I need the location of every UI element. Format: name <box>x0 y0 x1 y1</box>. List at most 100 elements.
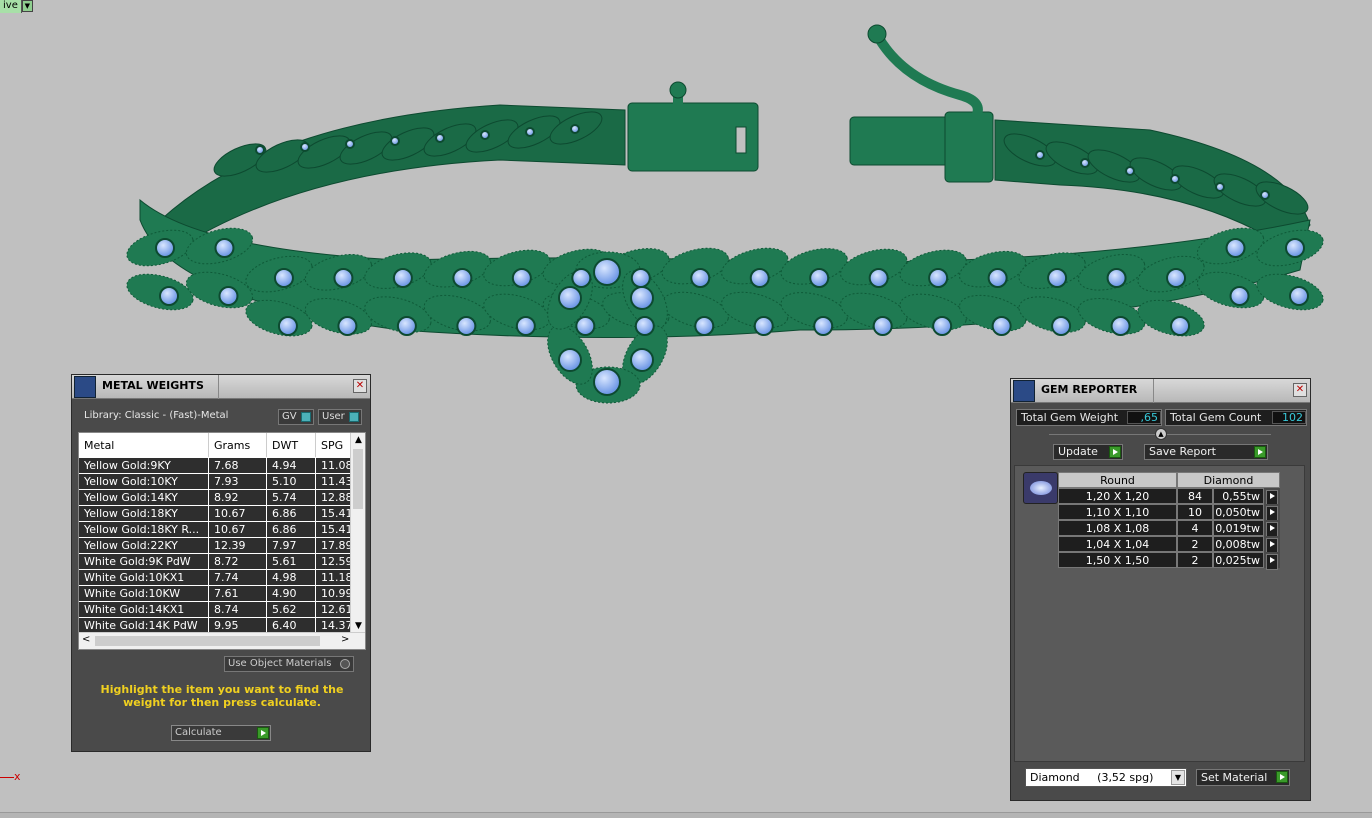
gem-stone <box>928 268 949 288</box>
table-row[interactable]: 1,10 X 1,10 10 0,050tw <box>1058 504 1280 522</box>
column-header[interactable]: SPG <box>316 433 351 457</box>
gem-stone <box>809 268 830 288</box>
gem-stone <box>435 133 445 143</box>
material-select[interactable]: Diamond (3,52 spg) ▼ <box>1025 768 1187 787</box>
close-icon[interactable]: ✕ <box>1293 383 1307 397</box>
calculate-button[interactable]: Calculate <box>171 725 271 741</box>
gem-reporter-titlebar[interactable]: GEM REPORTER ✕ <box>1011 379 1310 403</box>
table-row[interactable]: Yellow Gold:18KY R... 10.67 6.86 15.41 <box>79 522 351 538</box>
grams-cell: 10.67 <box>209 522 267 538</box>
play-arrow-icon[interactable] <box>1266 554 1278 570</box>
save-report-button[interactable]: Save Report <box>1144 444 1268 460</box>
scroll-up-icon[interactable]: ▲ <box>351 433 365 447</box>
metal-cell: White Gold:9K PdW <box>79 554 209 570</box>
spg-cell: 11.43 <box>316 474 351 490</box>
scroll-thumb[interactable] <box>95 636 320 646</box>
dwt-cell: 7.97 <box>267 538 316 554</box>
spg-cell: 11.08 <box>316 458 351 474</box>
round-gem-icon[interactable] <box>1023 472 1058 504</box>
gem-stone <box>694 316 715 336</box>
dwt-cell: 5.74 <box>267 490 316 506</box>
gem-stone <box>813 316 834 336</box>
table-row[interactable]: 1,04 X 1,04 2 0,008tw <box>1058 536 1280 554</box>
update-button[interactable]: Update <box>1053 444 1123 460</box>
grams-cell: 7.61 <box>209 586 267 602</box>
row-action[interactable] <box>1264 488 1280 506</box>
table-row[interactable]: Yellow Gold:10KY 7.93 5.10 11.43 <box>79 474 351 490</box>
table-row[interactable]: 1,20 X 1,20 84 0,55tw <box>1058 488 1280 506</box>
gem-stone <box>1047 268 1068 288</box>
scroll-thumb[interactable] <box>353 449 363 509</box>
scroll-down-icon[interactable]: ▼ <box>351 619 365 633</box>
gem-stone <box>753 316 774 336</box>
radio-icon[interactable] <box>340 659 350 669</box>
count-cell: 10 <box>1177 504 1213 520</box>
use-object-materials-checkbox[interactable]: Use Object Materials <box>224 656 354 672</box>
table-row[interactable]: White Gold:14KX1 8.74 5.62 12.61 <box>79 602 351 618</box>
vertical-scrollbar[interactable]: ▲ ▼ <box>350 433 365 633</box>
row-action[interactable] <box>1264 520 1280 538</box>
titlebar-divider <box>218 375 219 399</box>
save-report-label: Save Report <box>1149 445 1216 458</box>
collapse-icon[interactable]: ▲ <box>1155 428 1167 440</box>
horizontal-scrollbar[interactable]: < > <box>79 632 365 649</box>
table-row[interactable]: 1,50 X 1,50 2 0,025tw <box>1058 552 1280 570</box>
play-arrow-icon[interactable] <box>1109 446 1121 458</box>
metal-table[interactable]: Metal Grams DWT SPG Yellow Gold:9KY 7.68 4… <box>78 432 366 650</box>
metal-cell: Yellow Gold:9KY <box>79 458 209 474</box>
table-row[interactable]: 1,08 X 1,08 4 0,019tw <box>1058 520 1280 538</box>
toggle-user-switch[interactable] <box>349 412 359 422</box>
table-row[interactable]: White Gold:9K PdW 8.72 5.61 12.59 <box>79 554 351 570</box>
weight-cell: 0,55tw <box>1213 488 1264 504</box>
grams-cell: 10.67 <box>209 506 267 522</box>
column-header[interactable]: DWT <box>267 433 316 457</box>
gem-table-header: Round Diamond <box>1058 472 1280 488</box>
gem-stone <box>868 268 889 288</box>
gem-stone <box>634 316 655 336</box>
clasp-left <box>627 81 759 172</box>
gem-stone <box>991 316 1012 336</box>
dwt-cell: 5.62 <box>267 602 316 618</box>
table-row[interactable]: Yellow Gold:9KY 7.68 4.94 11.08 <box>79 458 351 474</box>
spg-cell: 10.99 <box>316 586 351 602</box>
size-cell: 1,04 X 1,04 <box>1058 536 1177 552</box>
gem-stone <box>872 316 893 336</box>
chevron-down-icon[interactable]: ▼ <box>1171 770 1185 785</box>
gem-stone <box>155 238 175 258</box>
set-material-button[interactable]: Set Material <box>1196 769 1290 786</box>
gem-stone <box>630 286 654 310</box>
gem-stone <box>1035 150 1045 160</box>
gem-stone <box>570 124 580 134</box>
gem-stone <box>1285 238 1305 258</box>
row-action[interactable] <box>1264 536 1280 554</box>
dwt-cell: 4.90 <box>267 586 316 602</box>
play-arrow-icon[interactable] <box>257 727 269 739</box>
table-row[interactable]: Yellow Gold:14KY 8.92 5.74 12.88 <box>79 490 351 506</box>
calculate-label: Calculate <box>175 727 222 738</box>
gem-stone <box>218 286 239 306</box>
table-row[interactable]: White Gold:10KW 7.61 4.90 10.99 <box>79 586 351 602</box>
table-row[interactable]: White Gold:10KX1 7.74 4.98 11.18 <box>79 570 351 586</box>
metal-weights-titlebar[interactable]: METAL WEIGHTS ✕ <box>72 375 370 399</box>
toggle-gv-switch[interactable] <box>301 412 311 422</box>
close-icon[interactable]: ✕ <box>353 379 367 393</box>
update-label: Update <box>1058 445 1098 458</box>
column-header[interactable]: Metal <box>79 433 209 457</box>
table-row[interactable]: Yellow Gold:22KY 12.39 7.97 17.89 <box>79 538 351 554</box>
grams-cell: 7.74 <box>209 570 267 586</box>
gem-stone <box>345 139 355 149</box>
dwt-cell: 5.10 <box>267 474 316 490</box>
gem-stone <box>396 316 417 336</box>
scroll-right-icon[interactable]: > <box>341 634 349 645</box>
row-action[interactable] <box>1264 552 1280 570</box>
toggle-user[interactable]: User <box>318 409 362 425</box>
scroll-left-icon[interactable]: < <box>82 634 90 645</box>
metal-cell: Yellow Gold:18KY <box>79 506 209 522</box>
column-header[interactable]: Grams <box>209 433 267 457</box>
row-action[interactable] <box>1264 504 1280 522</box>
play-arrow-icon[interactable] <box>1276 771 1288 783</box>
table-row[interactable]: Yellow Gold:18KY 10.67 6.86 15.41 <box>79 506 351 522</box>
play-arrow-icon[interactable] <box>1254 446 1266 458</box>
toggle-gv[interactable]: GV <box>278 409 314 425</box>
gem-stone <box>1051 316 1072 336</box>
